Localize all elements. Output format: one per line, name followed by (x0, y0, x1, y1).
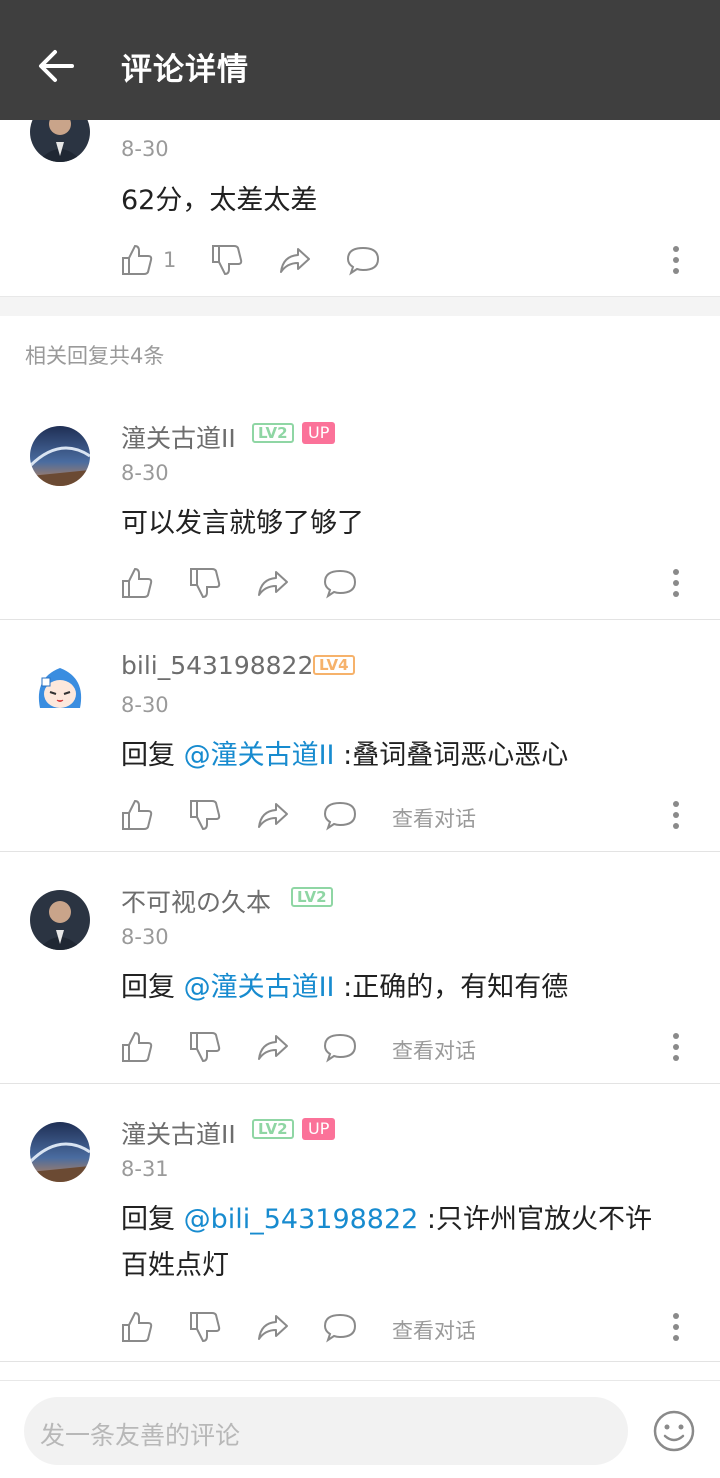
like-icon[interactable] (120, 243, 154, 277)
level-badge: LV2 (291, 887, 333, 907)
reply-prefix: 回复 (121, 1204, 184, 1235)
view-conversation-link[interactable]: 查看对话 (392, 803, 476, 833)
reply-icon[interactable] (346, 243, 380, 277)
more-icon[interactable] (664, 1310, 688, 1344)
username[interactable]: 潼关古道II (121, 419, 236, 455)
reply-body: :叠词叠词恶心恶心 (334, 740, 569, 771)
reply-text: 回复 @bili_543198822 :只许州官放火不许百姓点灯 (121, 1197, 691, 1289)
comment-date: 8-30 (121, 137, 169, 161)
reply-date: 8-31 (121, 1157, 169, 1181)
reply-text: 可以发言就够了够了 (121, 501, 691, 547)
reply-icon[interactable] (323, 798, 357, 832)
back-arrow-icon[interactable] (30, 40, 82, 92)
reply-item: 潼关古道II LV2 UP 8-31 回复 @bili_543198822 :只… (0, 1084, 720, 1362)
reply-body: :只许州官放火不许 (418, 1204, 653, 1235)
comment-input-bar: 发一条友善的评论 (0, 1380, 720, 1478)
view-conversation-link[interactable]: 查看对话 (392, 1315, 476, 1345)
comment-text: 62分，太差太差 (121, 185, 318, 216)
reply-icon[interactable] (323, 566, 357, 600)
comment-input[interactable]: 发一条友善的评论 (24, 1397, 628, 1465)
emoji-icon[interactable] (652, 1409, 696, 1453)
reply-item: bili_543198822 LV4 8-30 回复 @潼关古道II :叠词叠词… (0, 620, 720, 852)
avatar[interactable] (30, 426, 90, 486)
section-divider (0, 296, 720, 316)
reply-item: 潼关古道II LV2 UP 8-30 可以发言就够了够了 (0, 396, 720, 620)
level-badge: LV2 (252, 423, 294, 443)
up-badge: UP (302, 1118, 336, 1140)
more-icon[interactable] (664, 243, 688, 277)
like-count: 1 (163, 248, 177, 272)
more-icon[interactable] (664, 566, 688, 600)
reply-body: :正确的，有知有德 (334, 972, 569, 1003)
reply-text: 回复 @潼关古道II :正确的，有知有德 (121, 965, 691, 1011)
reply-body: 可以发言就够了够了 (121, 508, 364, 539)
more-icon[interactable] (664, 798, 688, 832)
mention-link[interactable]: @潼关古道II (184, 972, 335, 1003)
dislike-icon[interactable] (188, 1030, 222, 1064)
reply-date: 8-30 (121, 693, 169, 717)
username[interactable]: 潼关古道II (121, 1115, 236, 1151)
level-badge: LV2 (252, 1119, 294, 1139)
dislike-icon[interactable] (188, 566, 222, 600)
reply-item: 不可视の久本 LV2 8-30 回复 @潼关古道II :正确的，有知有德 查看对… (0, 852, 720, 1084)
reply-text: 回复 @潼关古道II :叠词叠词恶心恶心 (121, 733, 691, 779)
level-badge: LV4 (313, 655, 355, 675)
comment-input-placeholder: 发一条友善的评论 (40, 1421, 241, 1450)
like-icon[interactable] (120, 1030, 154, 1064)
avatar[interactable] (30, 1122, 90, 1182)
dislike-icon[interactable] (188, 1310, 222, 1344)
up-badge: UP (302, 422, 336, 444)
share-icon[interactable] (256, 566, 290, 600)
top-bar: 评论详情 (0, 0, 720, 120)
share-icon[interactable] (256, 798, 290, 832)
reply-body-line2: 百姓点灯 (121, 1250, 229, 1281)
like-icon[interactable] (120, 1310, 154, 1344)
share-icon[interactable] (256, 1310, 290, 1344)
avatar[interactable] (30, 658, 90, 718)
dislike-icon[interactable] (188, 798, 222, 832)
reply-prefix: 回复 (121, 972, 184, 1003)
share-icon[interactable] (256, 1030, 290, 1064)
mention-link[interactable]: @潼关古道II (184, 740, 335, 771)
username[interactable]: bili_543198822 (121, 651, 313, 680)
avatar[interactable] (30, 890, 90, 950)
like-icon[interactable] (120, 798, 154, 832)
reply-prefix: 回复 (121, 740, 184, 771)
page-title: 评论详情 (121, 52, 249, 88)
like-icon[interactable] (120, 566, 154, 600)
share-icon[interactable] (278, 243, 312, 277)
username[interactable]: 不可视の久本 (121, 883, 271, 919)
reply-date: 8-30 (121, 461, 169, 485)
reply-date: 8-30 (121, 925, 169, 949)
mention-link[interactable]: @bili_543198822 (184, 1204, 419, 1235)
more-icon[interactable] (664, 1030, 688, 1064)
reply-icon[interactable] (323, 1310, 357, 1344)
dislike-icon[interactable] (210, 243, 244, 277)
replies-count-label: 相关回复共4条 (25, 344, 165, 368)
view-conversation-link[interactable]: 查看对话 (392, 1035, 476, 1065)
reply-icon[interactable] (323, 1030, 357, 1064)
